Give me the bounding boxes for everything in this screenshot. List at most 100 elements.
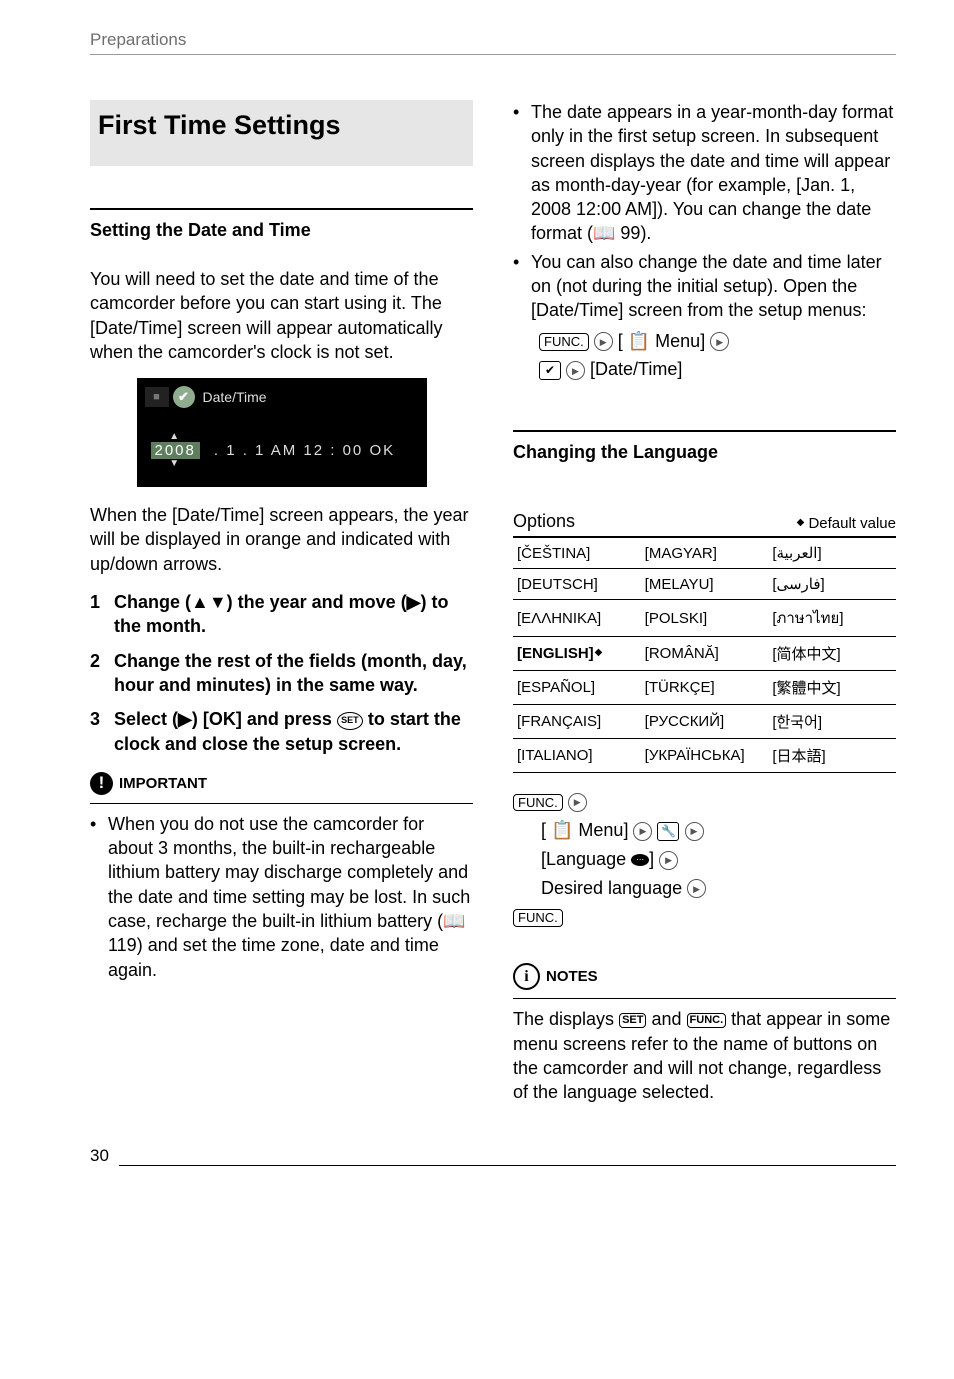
lang-row: [ITALIANO][УКРАЇНСЬКА][日本語] xyxy=(513,739,896,773)
step-1: 1Change (▲▼) the year and move (▶) to th… xyxy=(90,590,473,639)
lang-row: [ČEŠTINA][MAGYAR][العربية] xyxy=(513,537,896,569)
right-bullet-1: The date appears in a year-month-day for… xyxy=(513,100,896,246)
nav-ring-icon: ▶ xyxy=(633,822,652,841)
lang-row: [ΕΛΛΗΝΙΚΑ][POLSKI][ภาษาไทย] xyxy=(513,600,896,637)
header-rule xyxy=(90,54,896,55)
lang-row: [ESPAÑOL][TÜRKÇE][繁體中文] xyxy=(513,671,896,705)
lang-cell: [DEUTSCH] xyxy=(513,569,641,600)
nav-ring-icon: ▶ xyxy=(710,332,729,351)
lang-cell: [ČEŠTINA] xyxy=(513,537,641,569)
menu-bracket: [ 📋 Menu] xyxy=(618,331,705,351)
right-column: The date appears in a year-month-day for… xyxy=(513,100,896,1118)
lang-cell: [POLSKI] xyxy=(641,600,769,637)
important-label-row: ! IMPORTANT xyxy=(90,772,473,795)
nav-ring-icon: ▶ xyxy=(568,793,587,812)
diamond-icon: ◆ xyxy=(797,517,805,528)
notes-rule xyxy=(513,998,896,999)
notes-mid: and xyxy=(651,1009,686,1029)
notes-paragraph: The displays SET and FUNC. that appear i… xyxy=(513,1007,896,1104)
nav-ring-icon: ▶ xyxy=(566,361,585,380)
lang-cell: [ภาษาไทย] xyxy=(768,600,896,637)
lang-cell: [MELAYU] xyxy=(641,569,769,600)
right-top-bullets: The date appears in a year-month-day for… xyxy=(513,100,896,384)
lang-row: [FRANÇAIS][РУССКИЙ][한국어] xyxy=(513,705,896,739)
seq-language-open: [Language xyxy=(541,849,631,869)
func-pill: FUNC. xyxy=(513,794,563,812)
exclamation-icon: ! xyxy=(90,772,113,795)
lang-cell: [УКРАЇНСЬКА] xyxy=(641,739,769,773)
page-title: First Time Settings xyxy=(98,110,473,141)
lcd-up-arrow-icon: ▲ xyxy=(169,432,181,442)
step-2: 2Change the rest of the fields (month, d… xyxy=(90,649,473,698)
lang-cell: [العربية] xyxy=(768,537,896,569)
subheading-language: Changing the Language xyxy=(513,442,896,463)
wrench-square-icon: 🔧 xyxy=(657,822,679,841)
lang-row: [DEUTSCH][MELAYU][فارسی] xyxy=(513,569,896,600)
diamond-icon: ◆ xyxy=(595,647,603,658)
step-3: 3Select (▶) [OK] and press SET to start … xyxy=(90,707,473,756)
section-header: Preparations xyxy=(90,30,896,50)
default-value-text: Default value xyxy=(808,515,896,532)
lang-cell: [TÜRKÇE] xyxy=(641,671,769,705)
seq-desired: Desired language xyxy=(541,878,682,898)
lang-cell: [ESPAÑOL] xyxy=(513,671,641,705)
func-pill: FUNC. xyxy=(513,909,563,927)
lang-cell: [FRANÇAIS] xyxy=(513,705,641,739)
lcd-body: ▲ 2008 ▼ . 1 . 1 AM 12 : 00 OK xyxy=(137,416,427,469)
default-value-label: ◆ Default value xyxy=(797,515,896,532)
lang-cell: [繁體中文] xyxy=(768,671,896,705)
title-box: First Time Settings xyxy=(90,100,473,166)
nav-ring-icon: ▶ xyxy=(685,822,704,841)
lcd-tab-camera-icon: ■ xyxy=(145,387,169,407)
lang-cell: [ΕΛΛΗΝΙΚΑ] xyxy=(513,600,641,637)
rule xyxy=(90,208,473,210)
lang-cell: [ENGLISH]◆ xyxy=(513,637,641,671)
lang-cell: [简体中文] xyxy=(768,637,896,671)
after-lcd-paragraph: When the [Date/Time] screen appears, the… xyxy=(90,503,473,576)
lang-cell: [한국어] xyxy=(768,705,896,739)
options-label: Options xyxy=(513,511,575,532)
lang-cell: [РУССКИЙ] xyxy=(641,705,769,739)
notes-label-row: i NOTES xyxy=(513,963,896,990)
lcd-year: 2008 xyxy=(151,442,200,459)
lcd-down-arrow-icon: ▼ xyxy=(169,459,181,469)
page-number: 30 xyxy=(90,1146,109,1166)
set-icon: SET xyxy=(337,712,363,730)
set-pill: SET xyxy=(619,1013,646,1028)
nav-ring-icon: ▶ xyxy=(659,851,678,870)
language-sequence: FUNC. ▶ [ 📋 Menu] ▶ 🔧 ▶ [Language ⋯] ▶ D… xyxy=(513,787,896,931)
left-column: First Time Settings Setting the Date and… xyxy=(90,100,473,1118)
right-bullet-2-text: You can also change the date and time la… xyxy=(531,252,882,321)
important-label: IMPORTANT xyxy=(119,775,207,792)
info-icon: i xyxy=(513,963,540,990)
step-2-text: Change the rest of the fields (month, da… xyxy=(114,651,467,695)
lang-cell: [فارسی] xyxy=(768,569,896,600)
notes-pre: The displays xyxy=(513,1009,619,1029)
lang-cell: [日本語] xyxy=(768,739,896,773)
date-time-bracket: [Date/Time] xyxy=(590,359,682,379)
notes-label: NOTES xyxy=(546,968,598,985)
intro-paragraph: You will need to set the date and time o… xyxy=(90,267,473,364)
lcd-tab-check-icon: ✔ xyxy=(173,386,195,408)
lcd-screenshot: ■ ✔ Date/Time ▲ 2008 ▼ . 1 . 1 AM 12 : 0… xyxy=(137,378,427,487)
lcd-tabs: ■ ✔ Date/Time xyxy=(137,378,427,416)
right-bullet-2: You can also change the date and time la… xyxy=(513,250,896,384)
lang-row: [ENGLISH]◆[ROMÂNĂ][简体中文] xyxy=(513,637,896,671)
lang-cell: [ROMÂNĂ] xyxy=(641,637,769,671)
important-bullet-1: When you do not use the camcorder for ab… xyxy=(90,812,473,982)
subheading-date-time: Setting the Date and Time xyxy=(90,220,473,241)
seq-language-close: ] xyxy=(649,849,654,869)
footer-rule xyxy=(119,1165,896,1166)
important-bullets: When you do not use the camcorder for ab… xyxy=(90,812,473,982)
rule xyxy=(513,430,896,432)
footer: 30 xyxy=(90,1146,896,1166)
lang-cell: [ITALIANO] xyxy=(513,739,641,773)
language-table: [ČEŠTINA][MAGYAR][العربية][DEUTSCH][MELA… xyxy=(513,536,896,773)
func-pill: FUNC. xyxy=(687,1013,727,1028)
nav-ring-icon: ▶ xyxy=(687,879,706,898)
speech-bubble-icon: ⋯ xyxy=(631,854,649,866)
lcd-rest: . 1 . 1 AM 12 : 00 OK xyxy=(214,442,395,459)
check-square-icon: ✔ xyxy=(539,361,561,380)
lcd-title: Date/Time xyxy=(203,389,267,405)
func-pill: FUNC. xyxy=(539,333,589,351)
